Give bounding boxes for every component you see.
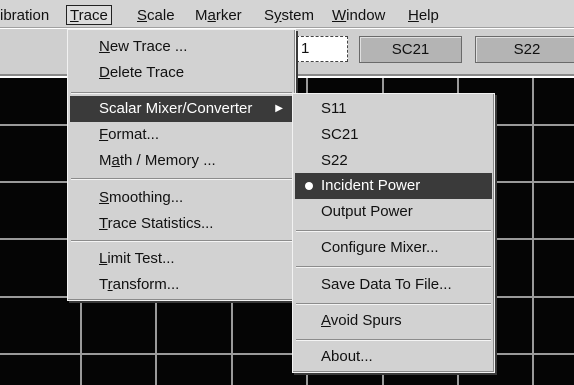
submenu-item-s11[interactable]: S11 [295,96,492,122]
menu-marker-pre: M [195,7,208,24]
format-mnemonic: F [99,126,109,143]
format-label: ormat... [108,126,160,143]
submenu-item-incident-power[interactable]: Incident Power [295,173,492,199]
menu-scale-label: cale [147,7,175,24]
delete-trace-label: elete Trace [109,64,185,81]
menu-item-trace-statistics[interactable]: Trace Statistics... [70,211,293,237]
trace-statistics-mnemonic: T [99,215,108,232]
menu-help[interactable]: Help [408,6,439,26]
menu-calibration-label: ibration [0,7,50,24]
menu-separator [296,339,491,341]
trace-statistics-label: race Statistics... [107,215,214,232]
submenu-item-s22[interactable]: S22 [295,148,492,174]
math-memory-label: th / Memory ... [119,152,216,169]
menu-item-delete-trace[interactable]: Delete Trace [70,60,293,86]
sc21-button[interactable]: SC21 [359,36,462,63]
scalar-mixer-submenu: S11 SC21 S22 Incident Power Output Power… [292,93,495,373]
new-trace-mnemonic: N [99,38,110,55]
menu-item-new-trace[interactable]: New Trace ... [70,34,293,60]
avoid-spurs-mnemonic: A [321,312,331,329]
menu-window-mnemonic: W [332,7,347,24]
menu-system[interactable]: System [264,6,314,26]
math-memory-pre: M [99,152,112,169]
menu-separator [296,266,491,268]
menu-separator [71,240,292,242]
menu-trace[interactable]: Trace [66,5,112,25]
menu-marker[interactable]: Marker [195,6,242,26]
menu-system-pre: S [264,7,275,24]
menu-help-label: elp [418,7,439,24]
new-trace-label: ew Trace ... [109,38,188,55]
menu-separator [71,178,292,180]
submenu-item-avoid-spurs[interactable]: Avoid Spurs [295,308,492,334]
triangle-right-icon: ▶ [275,103,283,114]
submenu-item-save-data[interactable]: Save Data To File... [295,272,492,298]
menu-separator [71,92,292,94]
scalar-mixer-label: Scalar Mixer/Converter [99,100,253,117]
menu-system-mnemonic: y [274,7,282,24]
trace-number-field[interactable]: 1 [296,36,348,62]
submenu-item-configure-mixer[interactable]: Configure Mixer... [295,235,492,261]
submenu-item-sc21[interactable]: SC21 [295,122,492,148]
smoothing-mnemonic: S [99,189,110,206]
avoid-spurs-label: void Spurs [330,312,402,329]
menu-scale[interactable]: Scale [137,6,175,26]
menu-help-mnemonic: H [408,7,419,24]
menu-trace-label: race [78,7,108,24]
submenu-item-output-power[interactable]: Output Power [295,199,492,225]
submenu-item-about[interactable]: About... [295,344,492,370]
menu-separator [296,230,491,232]
menu-marker-label: rker [215,7,242,24]
transform-pre: T [99,276,108,293]
menu-marker-mnemonic: a [207,7,216,24]
menu-window[interactable]: Window [332,6,385,26]
menu-item-scalar-mixer-converter[interactable]: Scalar Mixer/Converter ▶ [70,96,293,122]
menu-bar: ibration Trace Scale Marker System Windo… [0,0,574,28]
math-memory-mnemonic: a [111,152,120,169]
menu-item-transform[interactable]: Transform... [70,272,293,298]
menu-system-label: stem [281,7,315,24]
delete-trace-mnemonic: D [99,64,110,81]
menu-scale-mnemonic: S [137,7,148,24]
transform-label: ansform... [112,276,180,293]
menu-item-smoothing[interactable]: Smoothing... [70,185,293,211]
menu-item-limit-test[interactable]: Limit Test... [70,246,293,272]
menu-window-label: indow [346,7,386,24]
menu-item-math-memory[interactable]: Math / Memory ... [70,148,293,174]
smoothing-label: moothing... [109,189,184,206]
menu-separator [296,303,491,305]
menu-item-format[interactable]: Format... [70,122,293,148]
bullet-icon [305,182,313,190]
menu-trace-mnemonic: T [70,7,79,24]
s22-button[interactable]: S22 [475,36,574,63]
incident-power-label: Incident Power [321,177,421,194]
menu-calibration[interactable]: ibration [0,6,49,26]
trace-menu: New Trace ... Delete Trace Scalar Mixer/… [67,29,296,301]
limit-test-label: imit Test... [107,250,175,267]
